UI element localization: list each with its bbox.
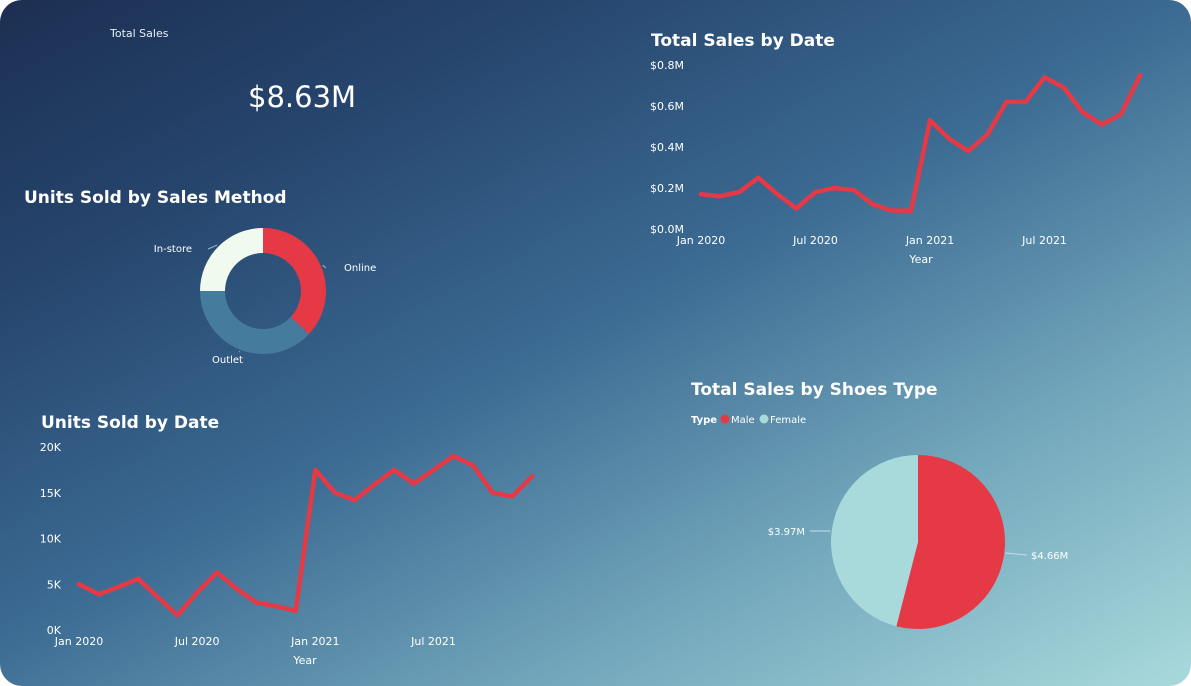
- dashboard: Total Sales $8.63M Units Sold by Sales M…: [0, 0, 1191, 686]
- shoes-pie-chart: Type Male Female $4.66M $3.97M: [691, 414, 1068, 629]
- legend-marker-female: [759, 414, 769, 424]
- legend-marker-male: [720, 414, 730, 424]
- pie-leader-line: [1005, 552, 1028, 556]
- legend-label-female: Female: [770, 415, 806, 426]
- pie-data-label: $3.97M: [768, 527, 805, 538]
- legend-label-male: Male: [731, 415, 755, 426]
- pie-data-label: $4.66M: [1031, 551, 1068, 562]
- legend-title: Type: [691, 415, 717, 426]
